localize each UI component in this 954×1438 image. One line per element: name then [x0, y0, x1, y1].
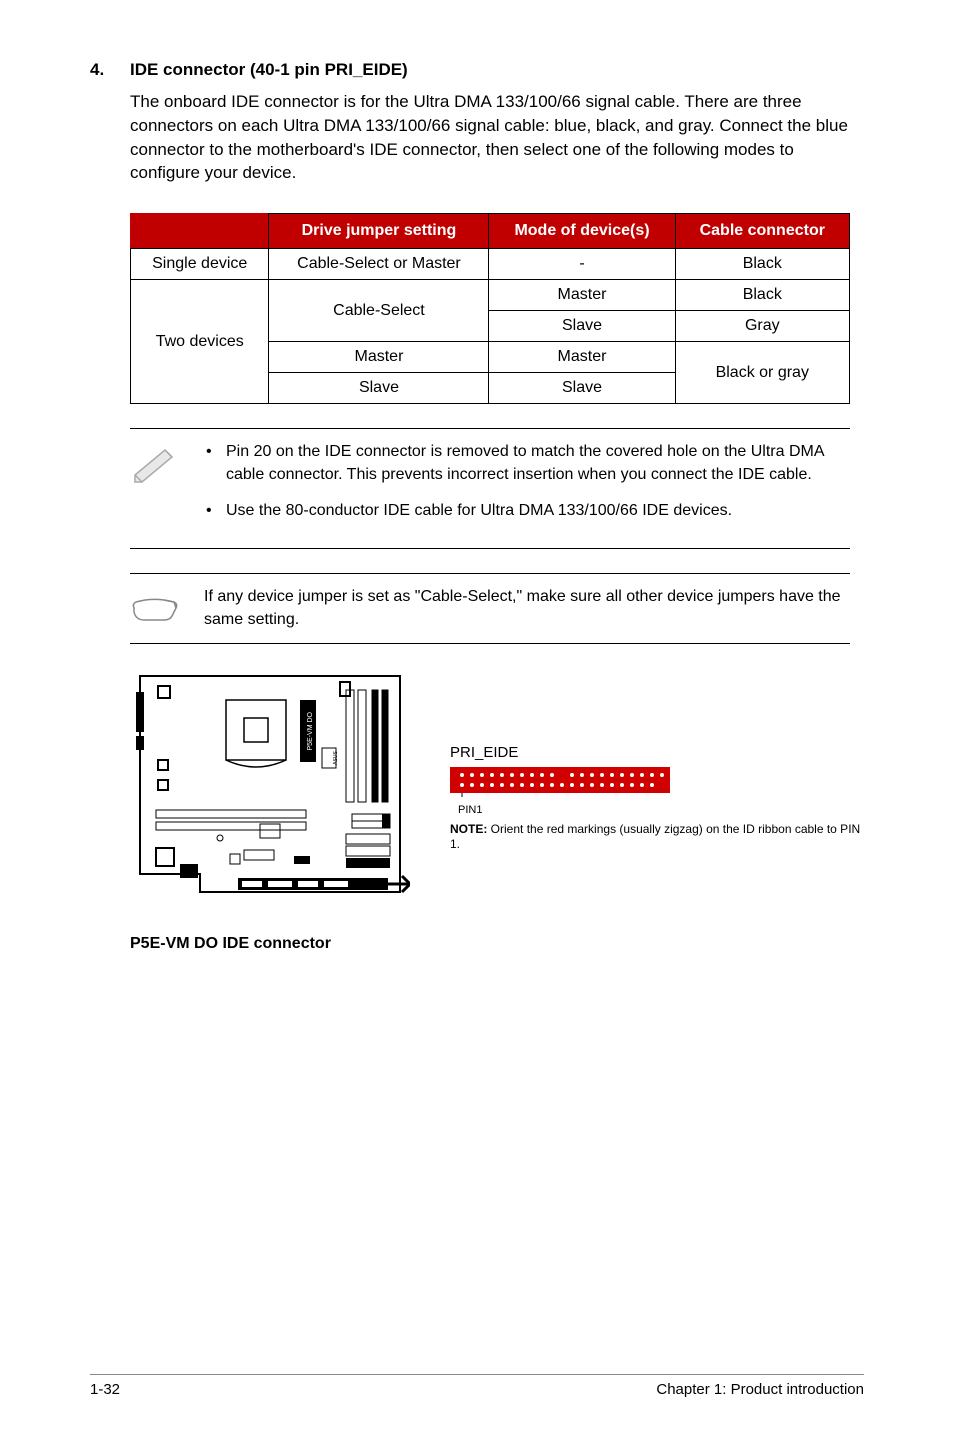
table-row: Single device Cable-Select or Master - B… [131, 249, 850, 280]
cell-cs-or-master: Cable-Select or Master [269, 249, 489, 280]
note-bullet-pin20: Pin 20 on the IDE connector is removed t… [226, 441, 850, 486]
svg-text:ASUS: ASUS [333, 751, 339, 765]
diagram-caption: P5E-VM DO IDE connector [130, 935, 410, 953]
cell-black: Black [675, 249, 849, 280]
note-bullet-80conductor: Use the 80-conductor IDE cable for Ultra… [226, 500, 850, 522]
cell-cable-select: Cable-Select [269, 280, 489, 342]
ide-pinout-diagram [450, 767, 670, 797]
cell-master-setting: Master [269, 342, 489, 373]
motherboard-diagram: P5E-VM DO ASUS [130, 664, 410, 924]
footer-chapter-title: Chapter 1: Product introduction [656, 1381, 864, 1398]
pin1-label: PIN1 [458, 804, 864, 816]
cell-slave: Slave [489, 311, 675, 342]
section-number: 4. [90, 60, 130, 80]
cell-slave-mode: Slave [489, 373, 675, 404]
connector-note-text: Orient the red markings (usually zigzag)… [450, 822, 860, 850]
table-header-cable: Cable connector [675, 214, 849, 249]
cell-master: Master [489, 280, 675, 311]
connector-label: PRI_EIDE [450, 744, 864, 761]
svg-text:P5E-VM DO: P5E-VM DO [307, 712, 314, 751]
cell-black2: Black [675, 280, 849, 311]
connector-note-bold: NOTE: [450, 822, 487, 836]
cell-single-device: Single device [131, 249, 269, 280]
cell-slave-setting: Slave [269, 373, 489, 404]
note-block-pin20: Pin 20 on the IDE connector is removed t… [130, 428, 850, 549]
note-block-cable-select: If any device jumper is set as "Cable-Se… [130, 573, 850, 644]
cell-gray: Gray [675, 311, 849, 342]
jumper-settings-table: Drive jumper setting Mode of device(s) C… [130, 213, 850, 404]
cell-dash: - [489, 249, 675, 280]
section-title: IDE connector (40-1 pin PRI_EIDE) [130, 60, 408, 80]
table-header-drive-jumper: Drive jumper setting [269, 214, 489, 249]
cell-two-devices: Two devices [131, 280, 269, 404]
pencil-icon [130, 445, 180, 490]
connector-note: NOTE: Orient the red markings (usually z… [450, 822, 864, 851]
table-row: Two devices Cable-Select Master Black [131, 280, 850, 311]
cell-black-or-gray: Black or gray [675, 342, 849, 404]
section-body: The onboard IDE connector is for the Ult… [130, 90, 864, 185]
cell-master-mode: Master [489, 342, 675, 373]
table-header-blank [131, 214, 269, 249]
hand-point-icon [130, 590, 180, 631]
footer-page-number: 1-32 [90, 1381, 120, 1398]
table-header-mode: Mode of device(s) [489, 214, 675, 249]
note-cable-select-text: If any device jumper is set as "Cable-Se… [204, 586, 850, 631]
